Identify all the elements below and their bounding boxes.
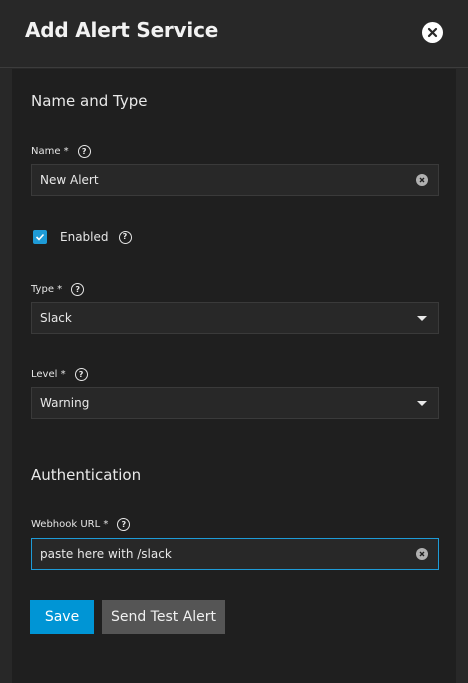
- dialog-title: Add Alert Service: [25, 18, 219, 42]
- type-label: Type * ?: [31, 283, 85, 296]
- type-select-value: Slack: [40, 311, 72, 325]
- clear-icon[interactable]: [416, 174, 428, 186]
- name-label-text: Name *: [31, 146, 69, 157]
- send-test-alert-button[interactable]: Send Test Alert: [102, 600, 225, 634]
- close-icon: [427, 27, 438, 38]
- close-button[interactable]: [422, 22, 443, 43]
- dialog-header: Add Alert Service: [0, 0, 468, 68]
- help-icon[interactable]: ?: [77, 145, 91, 158]
- level-label-text: Level *: [31, 369, 66, 380]
- help-icon[interactable]: ?: [118, 230, 132, 244]
- type-label-text: Type *: [31, 284, 63, 295]
- section-title-name-type: Name and Type: [31, 92, 148, 110]
- webhook-label: Webhook URL * ?: [31, 518, 131, 531]
- webhook-input-value: paste here with /slack: [40, 547, 172, 561]
- help-icon[interactable]: ?: [74, 368, 88, 381]
- type-select[interactable]: Slack: [31, 302, 439, 334]
- enabled-checkbox[interactable]: [33, 230, 47, 244]
- save-button[interactable]: Save: [30, 600, 94, 634]
- enabled-label-text: Enabled: [60, 230, 109, 244]
- help-icon[interactable]: ?: [71, 283, 85, 296]
- check-icon: [35, 233, 45, 241]
- chevron-down-icon: [417, 316, 427, 321]
- name-input-value: New Alert: [40, 173, 99, 187]
- name-label: Name * ?: [31, 145, 91, 158]
- level-select-value: Warning: [40, 396, 90, 410]
- clear-icon[interactable]: [416, 548, 428, 560]
- section-title-authentication: Authentication: [31, 466, 142, 484]
- chevron-down-icon: [417, 401, 427, 406]
- level-label: Level * ?: [31, 368, 88, 381]
- name-input[interactable]: New Alert: [31, 164, 439, 196]
- webhook-label-text: Webhook URL *: [31, 519, 109, 530]
- level-select[interactable]: Warning: [31, 387, 439, 419]
- enabled-label: Enabled ?: [60, 230, 132, 244]
- help-icon[interactable]: ?: [117, 518, 131, 531]
- webhook-url-input[interactable]: paste here with /slack: [31, 538, 439, 570]
